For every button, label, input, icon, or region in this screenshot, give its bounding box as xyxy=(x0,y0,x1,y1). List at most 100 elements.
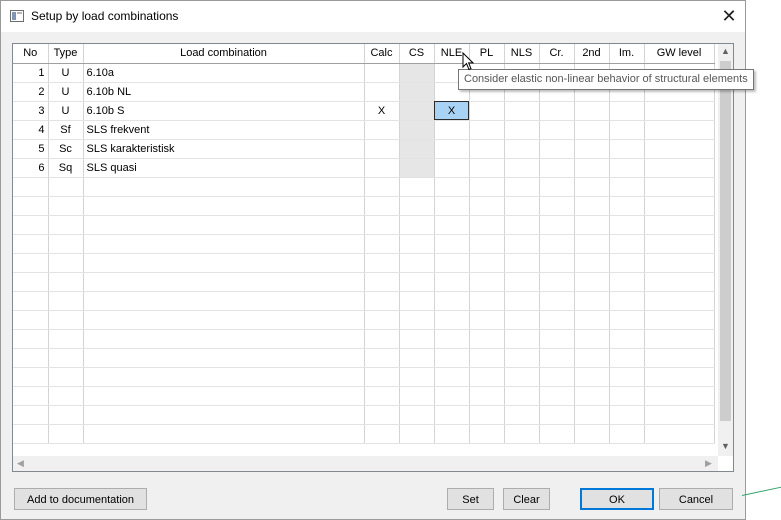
col-header-pl[interactable]: PL xyxy=(469,44,505,64)
cell-pl[interactable] xyxy=(469,234,505,254)
cell-gw[interactable] xyxy=(644,424,715,444)
cell-gw[interactable] xyxy=(644,348,715,368)
cell-pl[interactable] xyxy=(469,177,505,197)
cell-gw[interactable] xyxy=(644,386,715,406)
vertical-scrollbar[interactable]: ▲ ▼ xyxy=(718,44,733,456)
col-header-nls[interactable]: NLS xyxy=(504,44,540,64)
cell-nls[interactable] xyxy=(504,291,540,311)
cell-type[interactable] xyxy=(48,386,84,406)
cell-gw[interactable] xyxy=(644,272,715,292)
cell-im[interactable] xyxy=(609,177,645,197)
cell-calc[interactable] xyxy=(364,63,400,83)
cell-no[interactable] xyxy=(13,291,49,311)
cell-nle[interactable] xyxy=(434,234,470,254)
cell-cr[interactable] xyxy=(539,405,575,425)
cell-lc[interactable] xyxy=(83,253,365,273)
ok-button[interactable]: OK xyxy=(580,488,654,510)
cell-type[interactable]: U xyxy=(48,82,84,102)
cell-2nd[interactable] xyxy=(574,348,610,368)
cell-lc[interactable]: SLS quasi xyxy=(83,158,365,178)
cell-cr[interactable] xyxy=(539,158,575,178)
cell-nle[interactable] xyxy=(434,253,470,273)
cell-calc[interactable] xyxy=(364,196,400,216)
cell-nle[interactable] xyxy=(434,310,470,330)
col-header-calc[interactable]: Calc xyxy=(364,44,400,64)
table-row[interactable] xyxy=(13,424,715,444)
cell-im[interactable] xyxy=(609,139,645,159)
cell-gw[interactable] xyxy=(644,367,715,387)
cell-lc[interactable] xyxy=(83,329,365,349)
cell-im[interactable] xyxy=(609,329,645,349)
cell-cr[interactable] xyxy=(539,310,575,330)
cell-2nd[interactable] xyxy=(574,120,610,140)
scroll-left-arrow[interactable]: ◀ xyxy=(13,456,28,471)
table-row[interactable]: 4 Sf SLS frekvent xyxy=(13,120,715,140)
cell-pl[interactable] xyxy=(469,386,505,406)
cell-calc[interactable] xyxy=(364,177,400,197)
cell-calc[interactable] xyxy=(364,348,400,368)
cell-lc[interactable] xyxy=(83,424,365,444)
cell-calc[interactable]: X xyxy=(364,101,400,121)
cell-2nd[interactable] xyxy=(574,215,610,235)
cell-2nd[interactable] xyxy=(574,139,610,159)
cell-lc[interactable] xyxy=(83,405,365,425)
table-row[interactable] xyxy=(13,405,715,425)
cell-nls[interactable] xyxy=(504,234,540,254)
cell-im[interactable] xyxy=(609,348,645,368)
cell-cr[interactable] xyxy=(539,101,575,121)
table-row[interactable] xyxy=(13,291,715,311)
cell-no[interactable] xyxy=(13,329,49,349)
cell-nls[interactable] xyxy=(504,329,540,349)
cell-cs[interactable] xyxy=(399,101,435,121)
cell-type[interactable] xyxy=(48,177,84,197)
cell-type[interactable] xyxy=(48,310,84,330)
cell-pl[interactable] xyxy=(469,424,505,444)
cell-cs[interactable] xyxy=(399,234,435,254)
cell-cr[interactable] xyxy=(539,424,575,444)
cell-pl[interactable] xyxy=(469,310,505,330)
table-row[interactable] xyxy=(13,215,715,235)
cell-type[interactable]: Sf xyxy=(48,120,84,140)
cell-im[interactable] xyxy=(609,234,645,254)
cell-im[interactable] xyxy=(609,272,645,292)
cell-cr[interactable] xyxy=(539,272,575,292)
cell-cs[interactable] xyxy=(399,63,435,83)
col-header-im[interactable]: Im. xyxy=(609,44,645,64)
col-header-2nd[interactable]: 2nd xyxy=(574,44,610,64)
cell-gw[interactable] xyxy=(644,291,715,311)
cell-cs[interactable] xyxy=(399,215,435,235)
cell-im[interactable] xyxy=(609,405,645,425)
cell-nls[interactable] xyxy=(504,272,540,292)
cell-lc[interactable]: 6.10b S xyxy=(83,101,365,121)
cell-lc[interactable]: SLS karakteristisk xyxy=(83,139,365,159)
col-header-load-combination[interactable]: Load combination xyxy=(83,44,365,64)
cell-nls[interactable] xyxy=(504,367,540,387)
scroll-down-arrow[interactable]: ▼ xyxy=(718,439,733,454)
add-to-documentation-button[interactable]: Add to documentation xyxy=(14,488,147,510)
cell-nls[interactable] xyxy=(504,348,540,368)
set-button[interactable]: Set xyxy=(447,488,494,510)
cell-nle[interactable] xyxy=(434,291,470,311)
cell-gw[interactable] xyxy=(644,329,715,349)
cell-2nd[interactable] xyxy=(574,177,610,197)
cell-cr[interactable] xyxy=(539,139,575,159)
cell-2nd[interactable] xyxy=(574,310,610,330)
cell-im[interactable] xyxy=(609,101,645,121)
cell-im[interactable] xyxy=(609,215,645,235)
cell-pl[interactable] xyxy=(469,329,505,349)
cell-2nd[interactable] xyxy=(574,234,610,254)
cell-im[interactable] xyxy=(609,196,645,216)
cell-calc[interactable] xyxy=(364,386,400,406)
cell-cr[interactable] xyxy=(539,120,575,140)
cell-im[interactable] xyxy=(609,386,645,406)
cell-calc[interactable] xyxy=(364,120,400,140)
cell-pl[interactable] xyxy=(469,348,505,368)
cell-pl[interactable] xyxy=(469,367,505,387)
cell-nls[interactable] xyxy=(504,120,540,140)
cell-2nd[interactable] xyxy=(574,196,610,216)
cell-nls[interactable] xyxy=(504,158,540,178)
cell-im[interactable] xyxy=(609,120,645,140)
cell-nle[interactable] xyxy=(434,120,470,140)
cell-no[interactable] xyxy=(13,272,49,292)
table-row[interactable] xyxy=(13,367,715,387)
